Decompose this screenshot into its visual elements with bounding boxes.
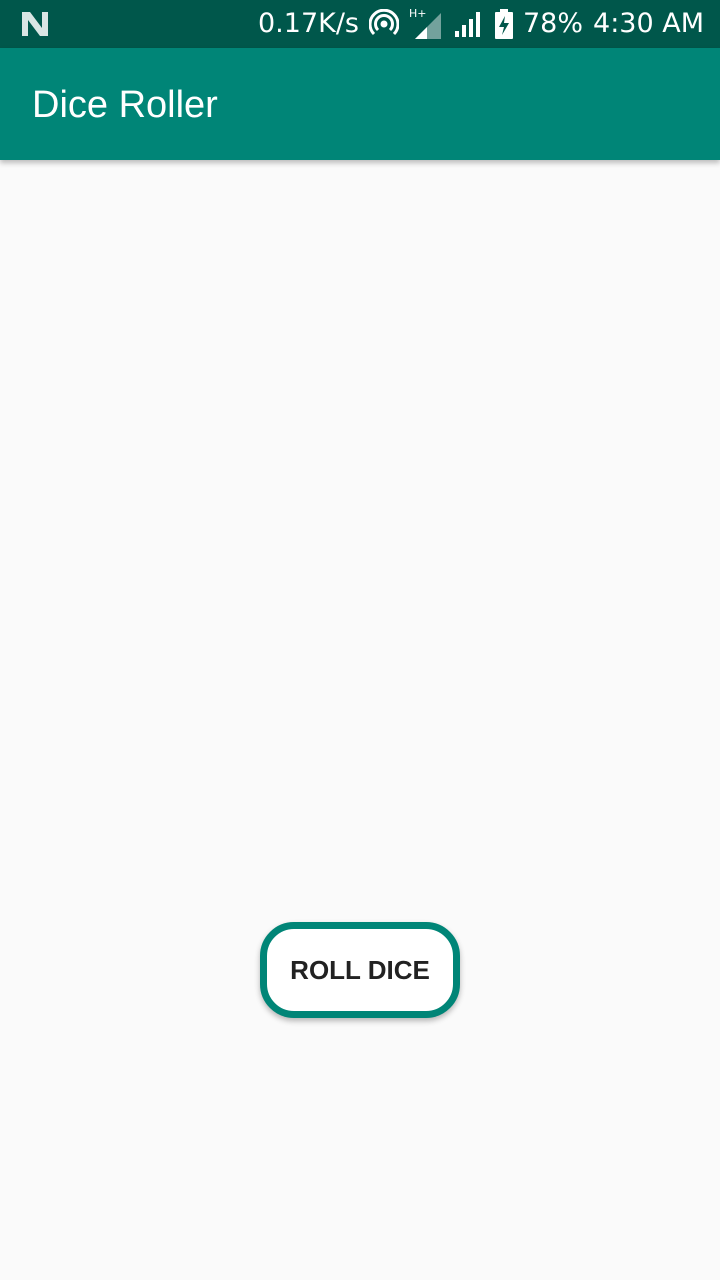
signal-sim1-icon: H+: [409, 7, 443, 41]
hotspot-icon: [369, 9, 399, 39]
clock: 4:30 AM: [593, 8, 704, 39]
main-content: [0, 160, 720, 1280]
notification-n-icon: [20, 10, 50, 38]
network-type-label: H+: [409, 7, 427, 20]
signal-sim2-icon: [453, 9, 485, 39]
roll-dice-button[interactable]: ROLL DICE: [260, 922, 460, 1018]
status-bar: 0.17K/s H+ 78% 4:30 AM: [0, 0, 720, 48]
status-indicators: 0.17K/s H+ 78% 4:30 AM: [258, 0, 704, 48]
battery-charging-icon: [495, 9, 513, 39]
app-bar: Dice Roller: [0, 48, 720, 160]
app-title: Dice Roller: [32, 84, 218, 126]
net-speed: 0.17K/s: [258, 8, 359, 39]
battery-percent: 78%: [523, 8, 584, 39]
